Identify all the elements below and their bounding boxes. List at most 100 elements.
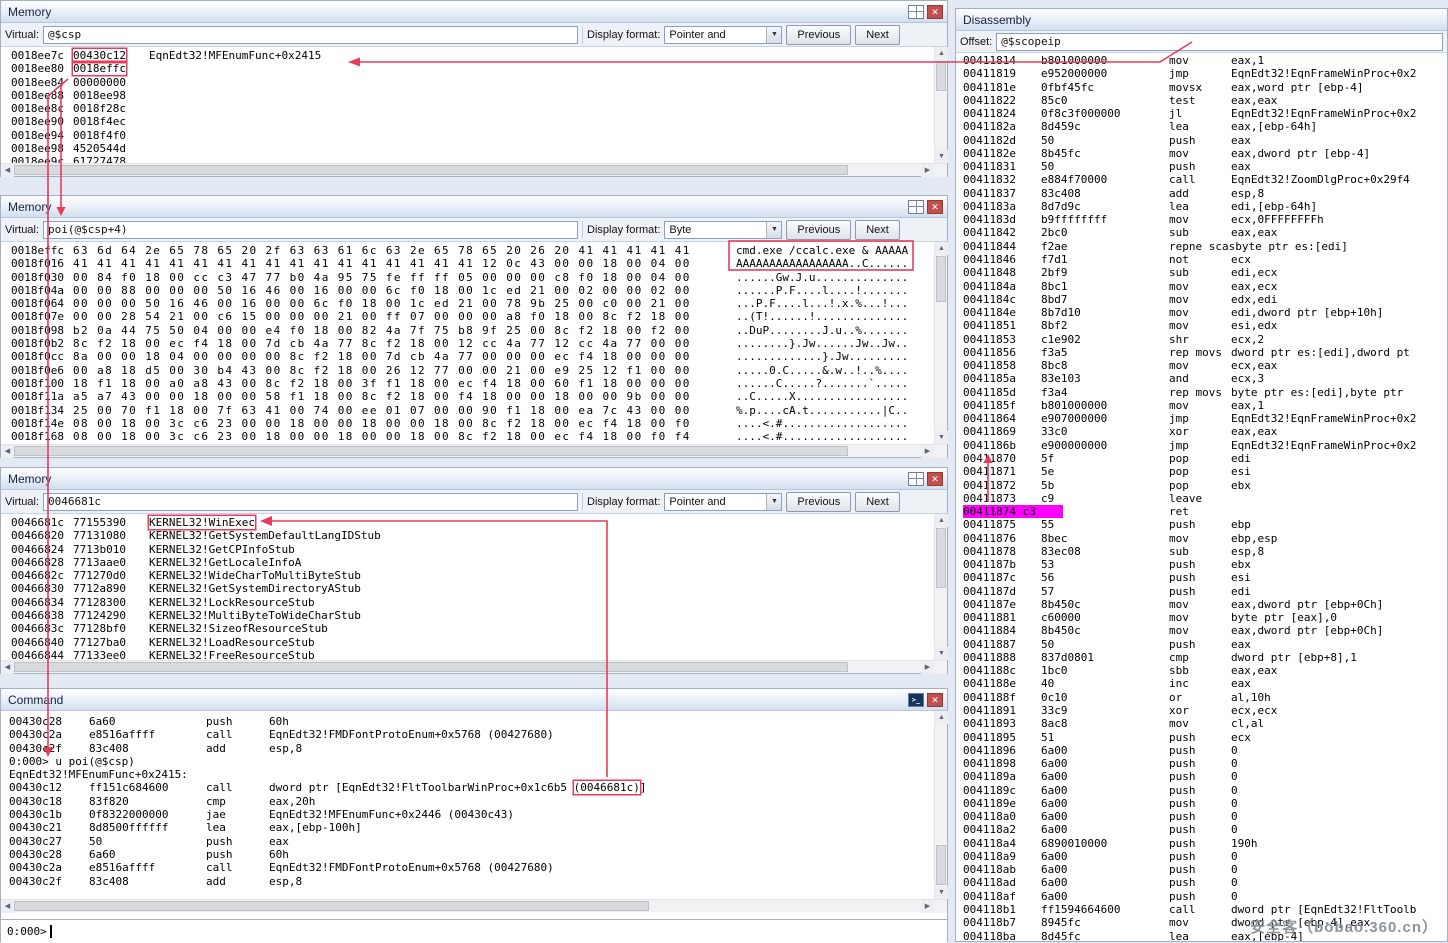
disasm-row[interactable]: 0041187b53pushebx: [956, 558, 1447, 571]
previous-button[interactable]: Previous: [786, 492, 851, 512]
memory-row[interactable]: 0018ee800018effc: [1, 62, 947, 75]
memory3-horizontal-scrollbar[interactable]: ◀ ▶: [1, 660, 947, 673]
disasm-row[interactable]: 0041188f0c10oral,10h: [956, 691, 1447, 704]
scroll-thumb[interactable]: [936, 845, 946, 885]
disasm-row[interactable]: 004118725bpopebx: [956, 479, 1447, 492]
memory2-horizontal-scrollbar[interactable]: ◀ ▶: [1, 444, 947, 457]
disasm-row[interactable]: 0041183a8d7d9cleaedi,[ebp-64h]: [956, 200, 1447, 213]
disasm-row[interactable]: 004118b1ff1594664600calldword ptr [EqnEd…: [956, 903, 1447, 916]
scroll-right-icon[interactable]: ▶: [921, 164, 934, 177]
next-button[interactable]: Next: [855, 220, 900, 240]
command-horizontal-scrollbar[interactable]: ◀ ▶: [1, 899, 947, 912]
scroll-right-icon[interactable]: ▶: [921, 661, 934, 674]
display-format-select[interactable]: Byte▼: [664, 221, 782, 239]
command-line[interactable]: 00430c1883f820cmpeax,20h: [1, 795, 947, 808]
close-icon[interactable]: ✕: [927, 5, 943, 19]
scroll-right-icon[interactable]: ▶: [921, 900, 934, 913]
previous-button[interactable]: Previous: [786, 25, 851, 45]
scroll-left-icon[interactable]: ◀: [1, 661, 14, 674]
memory-byte-row[interactable]: 0018f0e600 a8 18 d5 00 30 b4 43 00 8c f2…: [1, 364, 947, 377]
command-line[interactable]: 00430c286a60push60h: [1, 848, 947, 861]
previous-button[interactable]: Previous: [786, 220, 851, 240]
command-title-bar[interactable]: Command >_ ✕: [1, 689, 947, 711]
disasm-row[interactable]: 004118a06a00push0: [956, 810, 1447, 823]
disasm-row[interactable]: 0041187555pushebp: [956, 518, 1447, 531]
disasm-row[interactable]: 0041189551pushecx: [956, 731, 1447, 744]
memory-row[interactable]: 004668247713b010KERNEL32!GetCPInfoStub: [1, 543, 947, 556]
disasm-row[interactable]: 0041189e6a00push0: [956, 797, 1447, 810]
disasm-row[interactable]: 0041184a8bc1moveax,ecx: [956, 280, 1447, 293]
disasm-row[interactable]: 0041182a8d459cleaeax,[ebp-64h]: [956, 120, 1447, 133]
memory-row[interactable]: 0046681c77155390KERNEL32!WinExec: [1, 516, 947, 529]
memory-row[interactable]: 0018ee984520544d: [1, 142, 947, 155]
close-icon[interactable]: ✕: [927, 693, 943, 707]
command-line[interactable]: 00430c2f83c408addesp,8: [1, 742, 947, 755]
virtual-address-input[interactable]: @$csp: [43, 26, 578, 44]
memory-row[interactable]: 0046683c77128bf0KERNEL32!SizeofResourceS…: [1, 622, 947, 635]
virtual-address-input[interactable]: poi(@$csp+4): [43, 221, 578, 239]
disassembly-title-bar[interactable]: Disassembly: [956, 9, 1447, 31]
command-line[interactable]: 00430c2ae8516affffcallEqnEdt32!FMDFontPr…: [1, 728, 947, 741]
close-icon[interactable]: ✕: [927, 200, 943, 214]
disasm-row[interactable]: 0041189c6a00push0: [956, 784, 1447, 797]
disasm-row[interactable]: 004118a46890010000push190h: [956, 837, 1447, 850]
disasm-row[interactable]: 0041184e8b7d10movedi,dword ptr [ebp+10h]: [956, 306, 1447, 319]
scroll-thumb[interactable]: [936, 61, 946, 91]
disasm-row[interactable]: 00411853c1e902shrecx,2: [956, 333, 1447, 346]
disasm-row[interactable]: 004118705fpopedi: [956, 452, 1447, 465]
memory-byte-row[interactable]: 0018f07e00 00 28 54 21 00 c6 15 00 00 00…: [1, 310, 947, 323]
scroll-down-icon[interactable]: ▼: [935, 886, 948, 899]
command-input[interactable]: 0:000>: [1, 919, 947, 943]
memory-byte-row[interactable]: 0018f10018 f1 18 00 a0 a8 43 00 8c f2 18…: [1, 377, 947, 390]
memory-byte-row[interactable]: 0018f16808 00 18 00 3c c6 23 00 18 00 00…: [1, 430, 947, 443]
disasm-row[interactable]: 004118422bc0subeax,eax: [956, 226, 1447, 239]
disasm-row[interactable]: 0041187e8b450cmoveax,dword ptr [ebp+0Ch]: [956, 598, 1447, 611]
disasm-row[interactable]: 00411819e952000000jmpEqnEdt32!EqnFrameWi…: [956, 67, 1447, 80]
scroll-thumb[interactable]: [14, 662, 848, 672]
disasm-row[interactable]: 0041189a6a00push0: [956, 770, 1447, 783]
scroll-right-icon[interactable]: ▶: [921, 445, 934, 458]
memory-byte-row[interactable]: 0018f0b28c f2 18 00 ec f4 18 00 7d cb 4a…: [1, 337, 947, 350]
command-line[interactable]: 00430c1b0f8322000000jaeEqnEdt32!MFEnumFu…: [1, 808, 947, 821]
disasm-row[interactable]: 00411846f7d1notecx: [956, 253, 1447, 266]
memory-byte-row[interactable]: 0018f13425 00 70 f1 18 00 7f 63 41 00 74…: [1, 404, 947, 417]
disasm-row[interactable]: 0041182d50pusheax: [956, 134, 1447, 147]
disasm-row[interactable]: 00411881c60000movbyte ptr [eax],0: [956, 611, 1447, 624]
memory-row[interactable]: 0046684477133ee0KERNEL32!FreeResourceStu…: [1, 649, 947, 660]
disasm-row[interactable]: 0041186be900000000jmpEqnEdt32!EqnFrameWi…: [956, 439, 1447, 452]
disasm-row[interactable]: 004118240f8c3f000000jlEqnEdt32!EqnFrameW…: [956, 107, 1447, 120]
disasm-row[interactable]: 0041185df3a4rep movsbyte ptr es:[edi],by…: [956, 386, 1447, 399]
disasm-row[interactable]: 0041185a83e103andecx,3: [956, 372, 1447, 385]
memory-row[interactable]: 0018ee900018f4ec: [1, 115, 947, 128]
disasm-row[interactable]: 004118966a00push0: [956, 744, 1447, 757]
disasm-row[interactable]: 0041182e8b45fcmoveax,dword ptr [ebp-4]: [956, 147, 1447, 160]
scroll-thumb[interactable]: [936, 528, 946, 588]
scroll-down-icon[interactable]: ▼: [935, 431, 948, 444]
terminal-icon[interactable]: >_: [908, 693, 924, 707]
memory3-vertical-scrollbar[interactable]: ▲ ▼: [934, 514, 947, 660]
display-format-select[interactable]: Pointer and▼: [664, 493, 782, 511]
next-button[interactable]: Next: [855, 492, 900, 512]
disasm-row[interactable]: 00411856f3a5rep movsdword ptr es:[edi],d…: [956, 346, 1447, 359]
disasm-row[interactable]: 00411814b801000000moveax,1: [956, 54, 1447, 67]
memory1-title-bar[interactable]: Memory ✕: [1, 1, 947, 23]
disasm-row[interactable]: 0041183783c408addesp,8: [956, 187, 1447, 200]
disasm-row[interactable]: 004118715epopesi: [956, 465, 1447, 478]
memory-byte-row[interactable]: 0018f06400 00 00 50 16 46 00 16 00 00 6c…: [1, 297, 947, 310]
command-line[interactable]: 00430c2ae8516affffcallEqnEdt32!FMDFontPr…: [1, 861, 947, 874]
disasm-row[interactable]: 00411844f2aerepne scasbyte ptr es:[edi]: [956, 240, 1447, 253]
disasm-row[interactable]: 0041187883ec08subesp,8: [956, 545, 1447, 558]
scroll-down-icon[interactable]: ▼: [935, 150, 948, 163]
disasm-row[interactable]: 0041187d57pushedi: [956, 585, 1447, 598]
disasm-row[interactable]: 0041185fb801000000moveax,1: [956, 399, 1447, 412]
memory-byte-row[interactable]: 0018f11aa5 a7 43 00 00 18 00 00 58 f1 18…: [1, 390, 947, 403]
disasm-row[interactable]: 0041184c8bd7movedx,edi: [956, 293, 1447, 306]
scroll-up-icon[interactable]: ▲: [935, 242, 948, 255]
memory2-vertical-scrollbar[interactable]: ▲ ▼: [934, 242, 947, 444]
disasm-row[interactable]: 004118482bf9subedi,ecx: [956, 266, 1447, 279]
scroll-thumb[interactable]: [14, 446, 848, 456]
disasm-row[interactable]: 004118848b450cmoveax,dword ptr [ebp+0Ch]: [956, 624, 1447, 637]
disasm-row[interactable]: 004118ad6a00push0: [956, 876, 1447, 889]
disasm-row[interactable]: 00411888837d0801cmpdword ptr [ebp+8],1: [956, 651, 1447, 664]
disasm-row[interactable]: 00411864e907000000jmpEqnEdt32!EqnFrameWi…: [956, 412, 1447, 425]
